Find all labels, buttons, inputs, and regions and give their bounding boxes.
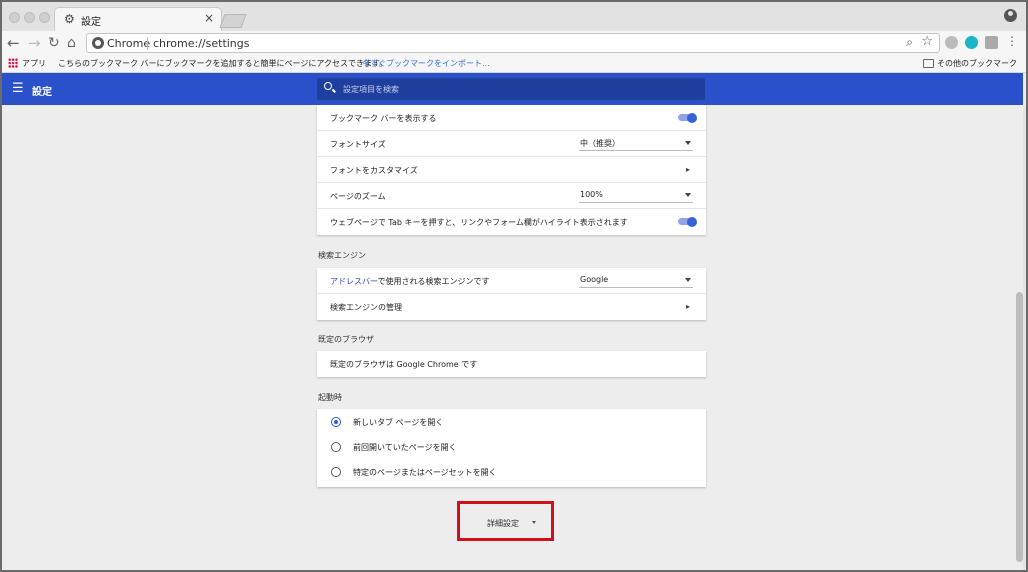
tab-highlight-row[interactable]: ウェブページで Tab キーを押すと、リンクやフォーム欄がハイライト表示されます (317, 209, 706, 235)
address-bar-link[interactable]: アドレスバー (330, 277, 378, 286)
search-engine-card: アドレスバーで使用される検索エンジンです Google 検索エンジンの管理 ▸ (317, 268, 706, 320)
search-engine-select[interactable]: Google (579, 273, 693, 288)
zoom-magnifier-icon[interactable]: ⌕ (906, 35, 913, 50)
radio-label: 特定のページまたはページセットを開く (353, 468, 497, 477)
manage-search-engines-row[interactable]: 検索エンジンの管理 ▸ (317, 294, 706, 320)
row-label: 検索エンジンの管理 (330, 303, 402, 312)
radio-button[interactable] (331, 467, 341, 477)
default-browser-card: 既定のブラウザは Google Chrome です (317, 351, 706, 377)
row-label: ブックマーク バーを表示する (330, 114, 437, 123)
default-browser-heading: 既定のブラウザ (318, 335, 374, 344)
startup-option-new-tab[interactable]: 新しいタブ ページを開く (317, 410, 706, 435)
gear-icon: ⚙ (64, 12, 75, 26)
show-bookmarks-bar-toggle[interactable] (678, 112, 697, 123)
folder-icon (923, 59, 934, 68)
tab-title: 設定 (81, 17, 101, 28)
title-bar: ⚙ 設定 × (2, 2, 1026, 31)
close-window-icon[interactable] (9, 12, 20, 23)
bookmark-star-icon[interactable]: ☆ (921, 34, 933, 49)
search-input[interactable] (343, 82, 683, 96)
search-engine-row: アドレスバーで使用される検索エンジンです Google (317, 268, 706, 294)
chrome-logo-icon (92, 37, 104, 49)
row-label-rest: で使用される検索エンジンです (377, 277, 490, 286)
scrollbar-thumb[interactable] (1016, 292, 1023, 562)
extension-icon[interactable] (945, 36, 958, 49)
reload-icon[interactable]: ↻ (48, 34, 60, 52)
profile-icon[interactable] (1004, 9, 1017, 22)
row-label: ウェブページで Tab キーを押すと、リンクやフォーム欄がハイライト表示されます (330, 218, 628, 227)
radio-button[interactable] (331, 442, 341, 452)
radio-label: 前回開いていたページを開く (353, 443, 457, 452)
advanced-settings-button[interactable]: 詳細設定 (457, 501, 554, 541)
show-bookmarks-bar-row[interactable]: ブックマーク バーを表示する (317, 105, 706, 131)
dropdown-caret-icon (685, 193, 691, 197)
row-label: フォントをカスタマイズ (330, 166, 418, 175)
startup-option-specific-pages[interactable]: 特定のページまたはページセットを開く (317, 460, 706, 485)
import-bookmarks-link[interactable]: 今すぐブックマークをインポート... (362, 58, 490, 69)
row-label: ページのズーム (330, 192, 386, 201)
page-title: 設定 (32, 87, 52, 98)
menu-icon[interactable]: ☰ (12, 82, 24, 96)
row-label: アドレスバーで使用される検索エンジンです (330, 276, 490, 287)
devtools-extension-icon[interactable] (985, 36, 998, 49)
omnibox-brand: Chrome (107, 37, 151, 50)
page-zoom-row: ページのズーム 100% (317, 183, 706, 209)
omnibox-divider (147, 37, 148, 50)
radio-button-checked[interactable] (331, 417, 341, 427)
close-tab-icon[interactable]: × (204, 11, 214, 25)
startup-card: 新しいタブ ページを開く 前回開いていたページを開く 特定のページまたはページセ… (317, 409, 706, 487)
back-arrow-icon[interactable]: ← (7, 34, 20, 52)
zoom-window-icon[interactable] (39, 12, 50, 23)
forward-arrow-icon[interactable]: → (28, 34, 41, 52)
toolbar: ← → ↻ ⌂ Chrome chrome://settings ⌕ ☆ ⋮ (2, 31, 1026, 55)
chevron-right-icon: ▸ (686, 165, 691, 174)
apps-shortcut[interactable]: アプリ (22, 58, 46, 69)
scrollbar-track[interactable] (1023, 105, 1026, 570)
search-icon (324, 82, 332, 90)
more-menu-icon[interactable]: ⋮ (1006, 34, 1018, 48)
startup-option-continue[interactable]: 前回開いていたページを開く (317, 435, 706, 460)
select-value: 中（推奨） (580, 139, 620, 148)
dropdown-caret-icon (685, 278, 691, 282)
startup-heading: 起動時 (318, 393, 342, 402)
tab-highlight-toggle[interactable] (678, 216, 697, 227)
default-browser-row: 既定のブラウザは Google Chrome です (317, 351, 706, 377)
advanced-label: 詳細設定 (487, 519, 519, 528)
settings-header: ☰ 設定 (2, 73, 1023, 105)
home-icon[interactable]: ⌂ (67, 34, 76, 52)
minimize-window-icon[interactable] (24, 12, 35, 23)
browser-window: ⚙ 設定 × ← → ↻ ⌂ Chrome chrome://settings … (2, 2, 1026, 570)
url-text[interactable]: chrome://settings (153, 37, 250, 50)
row-label: 既定のブラウザは Google Chrome です (330, 360, 478, 369)
new-tab-button[interactable] (219, 14, 247, 28)
font-size-select[interactable]: 中（推奨） (579, 136, 693, 151)
customize-fonts-row[interactable]: フォントをカスタマイズ ▸ (317, 157, 706, 183)
address-bar[interactable]: Chrome chrome://settings ⌕ ☆ (86, 33, 940, 53)
bookmarks-bar: アプリ こちらのブックマーク バーにブックマークを追加すると簡単にページにアクセ… (2, 55, 1026, 73)
select-value: 100% (580, 190, 603, 199)
dropdown-caret-icon (685, 141, 691, 145)
select-value: Google (580, 275, 609, 284)
bookmarks-hint: こちらのブックマーク バーにブックマークを追加すると簡単にページにアクセスできま… (58, 59, 388, 68)
apps-grid-icon[interactable] (8, 58, 18, 68)
settings-search[interactable] (317, 78, 705, 100)
chevron-down-icon (532, 521, 536, 524)
search-engine-heading: 検索エンジン (318, 251, 366, 260)
other-bookmarks[interactable]: その他のブックマーク (937, 58, 1017, 69)
tab-settings[interactable]: ⚙ 設定 × (54, 7, 222, 31)
settings-content: ブックマーク バーを表示する フォントサイズ 中（推奨） フォントをカスタマイズ… (2, 105, 1023, 570)
font-size-row: フォントサイズ 中（推奨） (317, 131, 706, 157)
radio-label: 新しいタブ ページを開く (353, 418, 444, 427)
grammarly-extension-icon[interactable] (965, 36, 978, 49)
page-zoom-select[interactable]: 100% (579, 188, 693, 203)
row-label: フォントサイズ (330, 140, 386, 149)
chevron-right-icon: ▸ (686, 302, 691, 311)
appearance-card: ブックマーク バーを表示する フォントサイズ 中（推奨） フォントをカスタマイズ… (317, 105, 706, 235)
